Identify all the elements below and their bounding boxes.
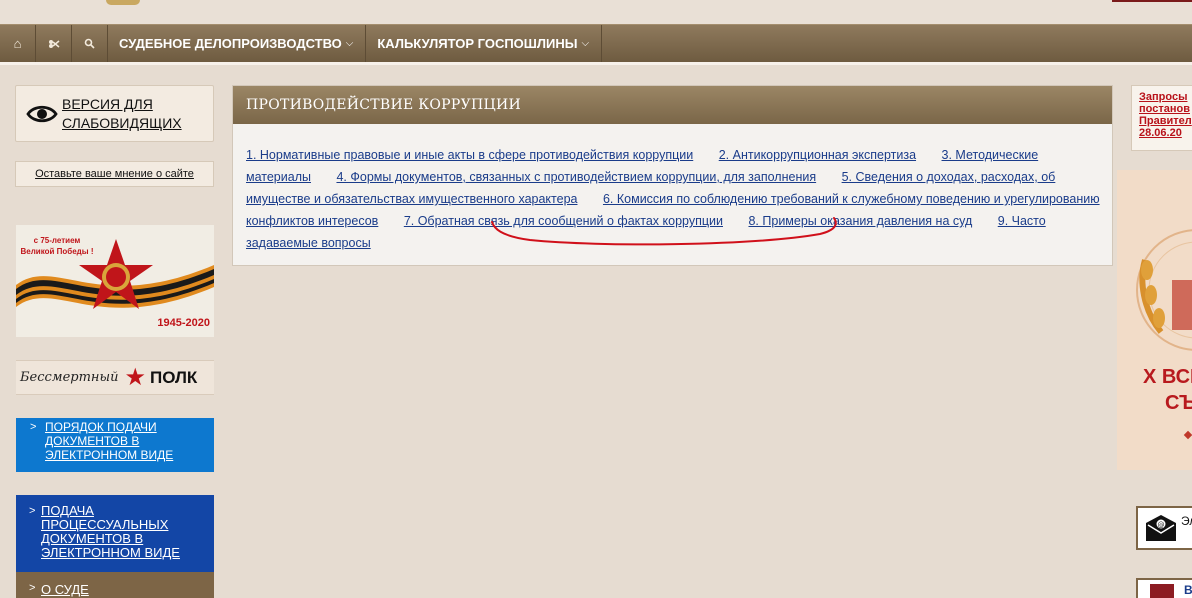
nav-item-fee-calculator[interactable]: КАЛЬКУЛЯТОР ГОСПОШЛИНЫ ⌵ (366, 25, 603, 62)
email-icon: @ (1146, 515, 1176, 541)
nav-item-label: КАЛЬКУЛЯТОР ГОСПОШЛИНЫ (377, 36, 578, 51)
low-vision-button[interactable]: ВЕРСИЯ ДЛЯ СЛАБОВИДЯЩИХ (15, 85, 214, 142)
immortal-regiment-label: ПОЛК (149, 367, 198, 387)
notice-line: 28.06.20 (1139, 127, 1182, 139)
link-forms[interactable]: 4. Формы документов, связанных с противо… (336, 170, 816, 184)
emblem-link-label: В (1184, 583, 1192, 597)
notice-line: постанов (1139, 103, 1190, 115)
panel-title: ПРОТИВОДЕЙСТВИЕ КОРРУПЦИИ (246, 97, 522, 113)
nav-underline (0, 62, 1192, 65)
congress-title-line1: Х ВСЕ (1143, 366, 1192, 388)
link-pressure-examples[interactable]: 8. Примеры оказания давления на суд (748, 214, 972, 228)
star-icon: ★ (124, 363, 146, 391)
chevron-down-icon: ⌵ (345, 38, 354, 49)
sitemap-icon[interactable] (36, 25, 72, 62)
top-divider (1112, 0, 1192, 2)
panel-links: 1. Нормативные правовые и иные акты в сф… (233, 124, 1112, 254)
link-normative-acts[interactable]: 1. Нормативные правовые и иные акты в сф… (246, 148, 693, 162)
procedural-docs-label: ПОДАЧА ПРОЦЕССУАЛЬНЫХ ДОКУМЕНТОВ В ЭЛЕКТ… (41, 503, 180, 560)
top-strip (0, 0, 1192, 24)
immortal-regiment-script: Бессмертный (20, 370, 119, 385)
site-emblem-icon (106, 0, 140, 5)
eye-icon (24, 96, 60, 132)
arrow-right-icon: > (29, 582, 36, 594)
notice-line: Запросы (1139, 91, 1188, 103)
eye-icon-svg (26, 105, 58, 122)
anticorruption-panel: ПРОТИВОДЕЙСТВИЕ КОРРУПЦИИ 1. Нормативные… (232, 85, 1113, 266)
panel-header: ПРОТИВОДЕЙСТВИЕ КОРРУПЦИИ (233, 86, 1112, 124)
site-feedback-label: Оставьте ваше мнение о сайте (35, 168, 194, 180)
congress-title-line2: СЪ (1165, 392, 1192, 414)
search-icon[interactable] (72, 25, 108, 62)
email-reception-link[interactable]: @ Эл (1136, 506, 1192, 550)
emblem-link[interactable]: В (1136, 578, 1192, 598)
low-vision-label: ВЕРСИЯ ДЛЯ СЛАБОВИДЯЩИХ (62, 95, 182, 131)
government-notice[interactable]: Запросы постанов Правител 28.06.20 (1131, 85, 1192, 151)
coat-of-arms-icon (1150, 584, 1174, 598)
arrow-right-icon: > (29, 505, 36, 517)
svg-text:@: @ (1158, 521, 1165, 529)
about-court-link[interactable]: > О СУДЕ (16, 572, 214, 598)
home-icon[interactable]: ⌂ (0, 25, 36, 62)
email-reception-label: Эл (1181, 514, 1192, 528)
procedural-docs-link[interactable]: > ПОДАЧА ПРОЦЕССУАЛЬНЫХ ДОКУМЕНТОВ В ЭЛЕ… (16, 495, 214, 572)
notice-line: Правител (1139, 115, 1192, 127)
about-court-label: О СУДЕ (41, 582, 89, 597)
victory-75-banner[interactable]: с 75-летием Великой Победы ! 1945-2020 (16, 225, 214, 337)
victory-banner-caption: с 75-летием Великой Победы ! (20, 236, 94, 256)
arrow-right-icon: > (30, 421, 37, 433)
diamond-icon (1183, 430, 1192, 440)
main-nav: ⌂ СУДЕБНОЕ ДЕЛОПРОИЗВОДСТВО ⌵ КАЛЬКУЛЯТО… (0, 24, 1192, 62)
search-icon-svg (84, 38, 95, 49)
victory-banner-years: 1945-2020 (157, 317, 210, 329)
site-feedback-link[interactable]: Оставьте ваше мнение о сайте (15, 161, 214, 187)
immortal-regiment-banner[interactable]: Бессмертный ★ ПОЛК (16, 360, 214, 395)
edoc-procedure-link[interactable]: > ПОРЯДОК ПОДАЧИ ДОКУМЕНТОВ В ЭЛЕКТРОННО… (16, 418, 214, 472)
link-expertise[interactable]: 2. Антикоррупционная экспертиза (719, 148, 916, 162)
sitemap-icon-svg (48, 39, 59, 48)
congress-emblem-graphic (1136, 229, 1192, 351)
chevron-down-icon: ⌵ (581, 38, 590, 49)
nav-item-court-records[interactable]: СУДЕБНОЕ ДЕЛОПРОИЗВОДСТВО ⌵ (108, 25, 367, 62)
nav-item-label: СУДЕБНОЕ ДЕЛОПРОИЗВОДСТВО (119, 36, 342, 51)
link-feedback-corruption[interactable]: 7. Обратная связь для сообщений о фактах… (404, 214, 723, 228)
judges-congress-banner[interactable]: Х ВСЕ СЪ (1117, 170, 1192, 470)
edoc-procedure-label: ПОРЯДОК ПОДАЧИ ДОКУМЕНТОВ В ЭЛЕКТРОННОМ … (45, 420, 174, 462)
